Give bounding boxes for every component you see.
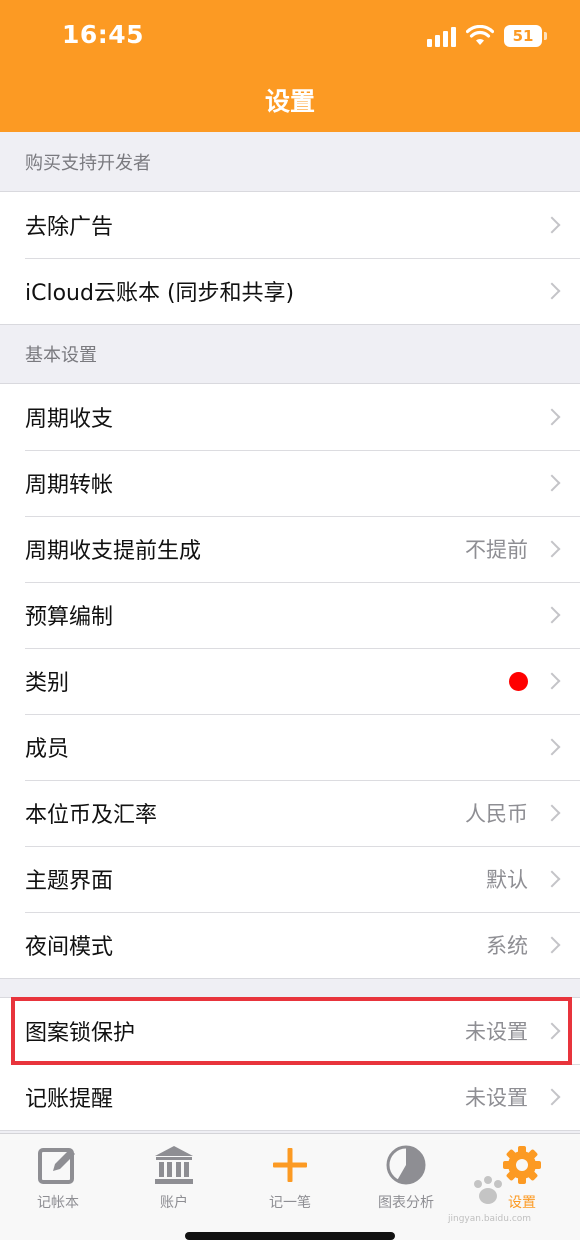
watermark-text: jingyan.baidu.com bbox=[448, 1214, 532, 1224]
chevron-right-icon bbox=[543, 216, 561, 234]
edit-icon bbox=[38, 1148, 75, 1184]
row-label: 预算编制 bbox=[25, 605, 114, 630]
row-value: 默认 bbox=[486, 868, 528, 892]
row-reminder[interactable]: 记账提醒 未设置 bbox=[0, 1064, 580, 1130]
header: 16:45 51 设置 bbox=[0, 0, 580, 132]
tab-label: 记一笔 bbox=[269, 1195, 311, 1211]
group-basic: 周期收支 周期转帐 周期收支提前生成 不提前 预算编制 类别 成员 本位币及汇率… bbox=[0, 384, 580, 979]
chevron-right-icon bbox=[543, 804, 561, 822]
section-header-basic: 基本设置 bbox=[0, 324, 580, 384]
notification-dot-badge bbox=[509, 671, 528, 691]
row-label: 周期收支提前生成 bbox=[25, 539, 202, 564]
row-recurring-transfers[interactable]: 周期转帐 bbox=[0, 450, 580, 516]
plus-icon bbox=[273, 1148, 307, 1182]
chevron-right-icon bbox=[543, 672, 561, 690]
row-night-mode[interactable]: 夜间模式 系统 bbox=[0, 912, 580, 978]
battery-icon: 51 bbox=[504, 25, 547, 47]
chevron-right-icon bbox=[543, 408, 561, 426]
status-time: 16:45 bbox=[62, 20, 145, 49]
row-categories[interactable]: 类别 bbox=[0, 648, 580, 714]
tab-accounts[interactable]: 账户 bbox=[116, 1134, 232, 1240]
row-value: 未设置 bbox=[465, 1086, 528, 1110]
row-value: 未设置 bbox=[465, 1020, 528, 1044]
row-icloud-sync[interactable]: iCloud云账本 (同步和共享) bbox=[0, 258, 580, 324]
chevron-right-icon bbox=[543, 738, 561, 756]
pie-chart-icon bbox=[386, 1145, 426, 1185]
row-label: 周期转帐 bbox=[25, 473, 114, 498]
row-remove-ads[interactable]: 去除广告 bbox=[0, 192, 580, 258]
chevron-right-icon bbox=[543, 474, 561, 492]
row-label: 夜间模式 bbox=[25, 935, 114, 960]
tab-add-record[interactable]: 记一笔 bbox=[232, 1134, 348, 1240]
tab-label: 记帐本 bbox=[37, 1195, 79, 1211]
page-title: 设置 bbox=[264, 87, 315, 116]
row-label: 记账提醒 bbox=[25, 1087, 114, 1112]
group-security: 图案锁保护 未设置 记账提醒 未设置 bbox=[0, 997, 580, 1131]
watermark-logo: jingyan.baidu.com bbox=[448, 1172, 568, 1232]
row-pattern-lock[interactable]: 图案锁保护 未设置 bbox=[0, 998, 580, 1064]
cellular-signal-icon bbox=[427, 25, 456, 47]
row-base-currency[interactable]: 本位币及汇率 人民币 bbox=[0, 780, 580, 846]
home-indicator bbox=[185, 1232, 395, 1240]
section-header-purchase: 购买支持开发者 bbox=[0, 132, 580, 192]
row-members[interactable]: 成员 bbox=[0, 714, 580, 780]
tab-label: 图表分析 bbox=[378, 1195, 434, 1211]
chevron-right-icon bbox=[543, 282, 561, 300]
row-label: 周期收支 bbox=[25, 407, 114, 432]
tab-ledger[interactable]: 记帐本 bbox=[0, 1134, 116, 1240]
row-label: 去除广告 bbox=[25, 215, 114, 240]
row-label: 本位币及汇率 bbox=[25, 803, 158, 828]
wifi-icon bbox=[466, 25, 494, 47]
chevron-right-icon bbox=[543, 870, 561, 888]
row-label: iCloud云账本 (同步和共享) bbox=[25, 281, 295, 306]
row-value: 系统 bbox=[486, 934, 528, 958]
bank-icon bbox=[155, 1146, 193, 1184]
group-purchase: 去除广告 iCloud云账本 (同步和共享) bbox=[0, 192, 580, 325]
chevron-right-icon bbox=[543, 606, 561, 624]
row-label: 主题界面 bbox=[25, 869, 114, 894]
row-advance-generation[interactable]: 周期收支提前生成 不提前 bbox=[0, 516, 580, 582]
chevron-right-icon bbox=[543, 936, 561, 954]
chevron-right-icon bbox=[543, 1022, 561, 1040]
row-budget[interactable]: 预算编制 bbox=[0, 582, 580, 648]
tab-label: 账户 bbox=[160, 1195, 188, 1211]
tab-charts[interactable]: 图表分析 bbox=[348, 1134, 464, 1240]
row-label: 类别 bbox=[25, 671, 70, 696]
row-theme[interactable]: 主题界面 默认 bbox=[0, 846, 580, 912]
row-value: 不提前 bbox=[465, 538, 528, 562]
row-label: 成员 bbox=[25, 737, 70, 762]
row-label: 图案锁保护 bbox=[25, 1021, 136, 1046]
row-value: 人民币 bbox=[465, 802, 528, 826]
row-recurring-transactions[interactable]: 周期收支 bbox=[0, 384, 580, 450]
chevron-right-icon bbox=[543, 540, 561, 558]
chevron-right-icon bbox=[543, 1088, 561, 1106]
status-icons: 51 bbox=[427, 22, 547, 50]
